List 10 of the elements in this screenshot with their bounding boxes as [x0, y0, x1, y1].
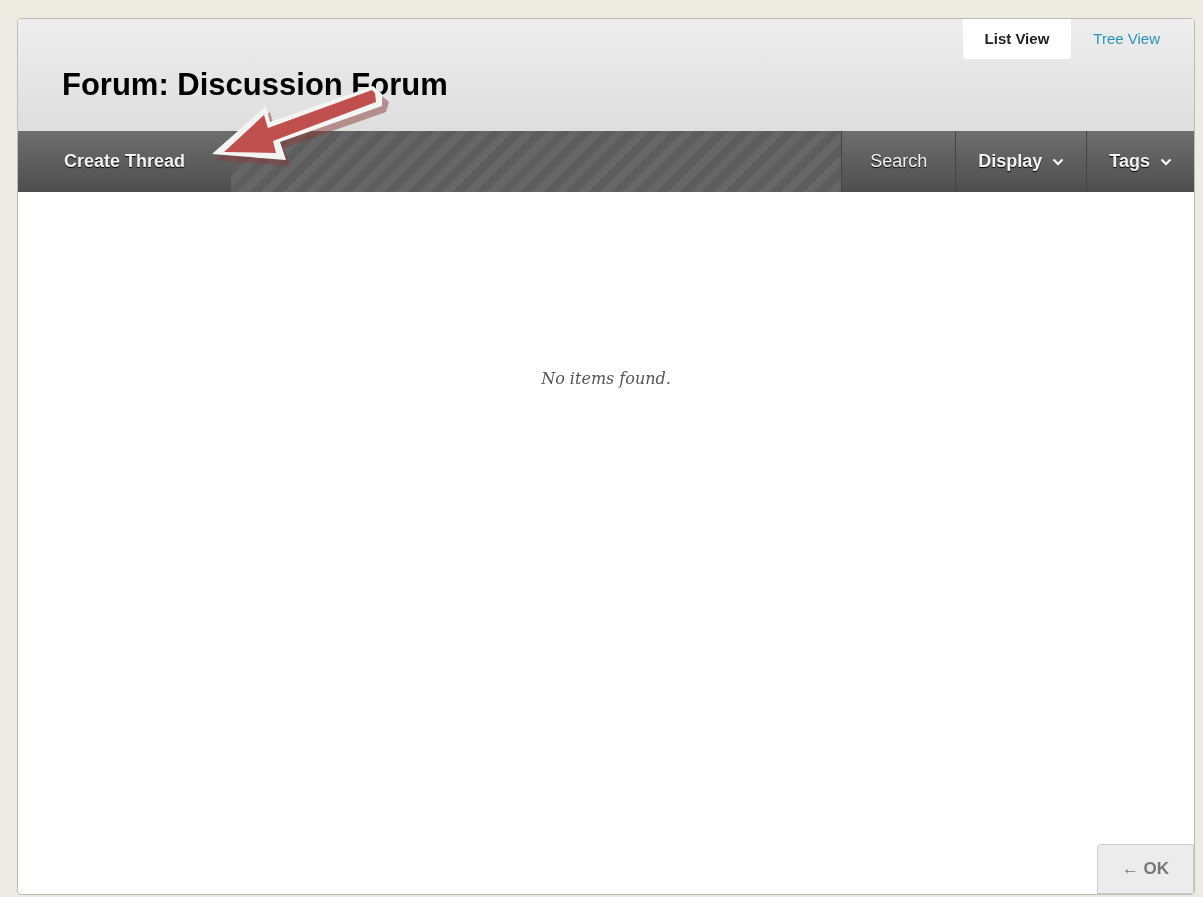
toolbar-button[interactable]: Display [955, 131, 1087, 192]
empty-message: No items found. [540, 369, 672, 388]
ok-button[interactable]: ← OK [1097, 844, 1194, 894]
toolbar-button[interactable]: Tags [1086, 131, 1194, 192]
chevron-down-icon [1052, 157, 1065, 166]
chevron-down-icon [1160, 157, 1172, 166]
view-tab[interactable]: Tree View [1071, 19, 1182, 59]
create-thread-button[interactable]: Create Thread [18, 131, 231, 192]
toolbar-button[interactable]: Search [841, 131, 956, 192]
view-tab[interactable]: List View [962, 19, 1072, 59]
